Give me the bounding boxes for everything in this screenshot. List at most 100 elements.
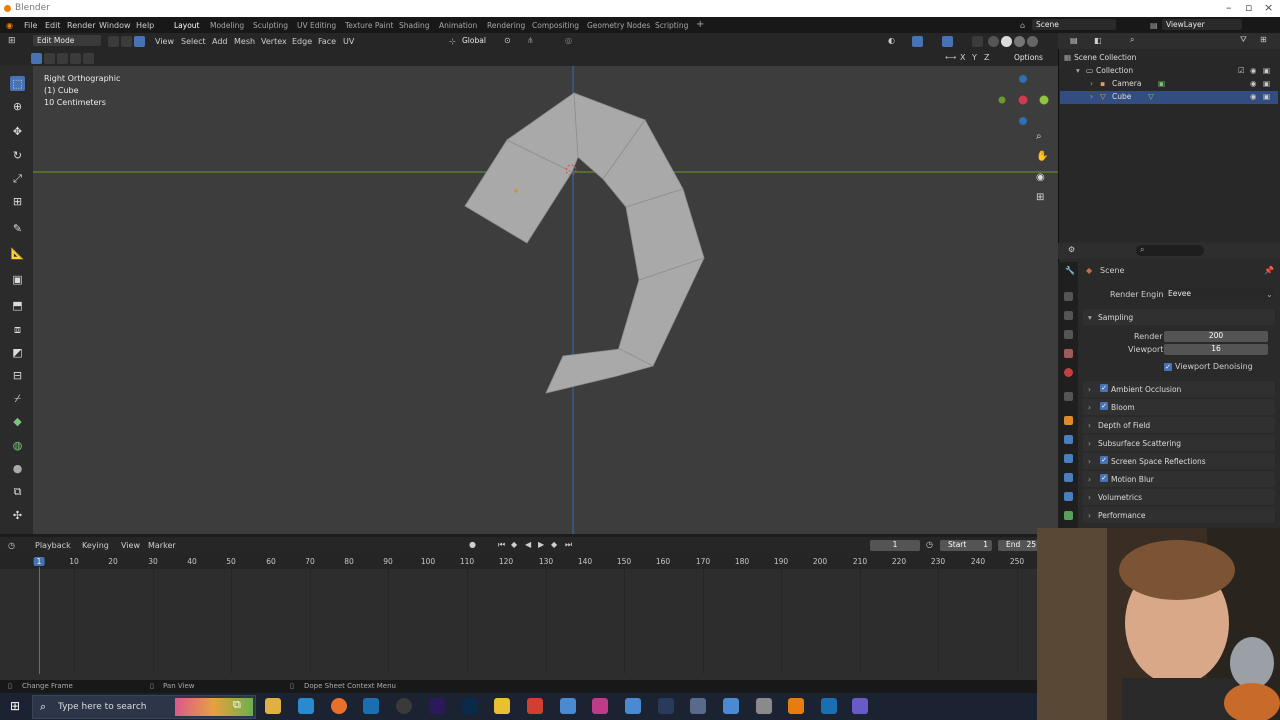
collection-tab-icon[interactable] [1064,392,1073,401]
ssr-checkbox[interactable]: ✓ [1100,456,1108,464]
menu-window[interactable]: Window [99,21,131,30]
snap-icon[interactable]: ⋔ [527,36,538,47]
select-extend-icon[interactable] [44,53,55,64]
app-icon[interactable] [592,698,608,714]
axis-x-toggle[interactable]: X [960,53,965,62]
particles-tab-icon[interactable] [1064,454,1073,463]
tab-scripting[interactable]: Scripting [655,21,688,30]
menu-uv[interactable]: UV [343,37,354,46]
chevron-down-icon[interactable]: ▾ [1076,66,1080,75]
timeline-area[interactable] [0,553,1040,680]
tool-tab-icon[interactable]: 🔧 [1065,266,1075,275]
modifier-tab-icon[interactable] [1064,435,1073,444]
tab-animation[interactable]: Animation [439,21,477,30]
sampling-panel-header[interactable]: ▾ Sampling [1083,309,1275,325]
chevron-right-icon[interactable]: › [1090,79,1093,88]
bevel-tool-icon[interactable]: ◩ [10,345,25,360]
blender-taskbar-icon[interactable] [788,698,804,714]
tab-compositing[interactable]: Compositing [532,21,579,30]
render-samples-field[interactable]: 200 [1164,331,1268,342]
select-box-tool-icon[interactable]: ⬚ [10,76,25,91]
options-dropdown[interactable]: Options [1010,52,1052,63]
app-icon[interactable] [625,698,641,714]
menu-help[interactable]: Help [136,21,154,30]
properties-editor-icon[interactable]: ⚙ [1068,245,1075,254]
ssr-panel[interactable]: › ✓ Screen Space Reflections [1083,453,1275,469]
editor-type-icon[interactable]: ⊞ [8,36,19,47]
ambient-occlusion-panel[interactable]: › ✓ Ambient Occlusion [1083,381,1275,397]
menu-edge[interactable]: Edge [292,37,312,46]
view-layer-selector[interactable]: ViewLayer [1162,19,1242,30]
tab-uv-editing[interactable]: UV Editing [297,21,336,30]
taskbar-search-input[interactable]: ⌕ Type here to search [32,695,256,719]
outliner-scene-collection[interactable]: ▦ Scene Collection [1060,52,1278,65]
menu-edit[interactable]: Edit [45,21,61,30]
menu-vertex[interactable]: Vertex [261,37,287,46]
app-icon[interactable] [298,698,314,714]
vertex-select-icon[interactable] [108,36,119,47]
transform-orientation-selector[interactable]: Global [458,35,500,46]
tab-layout[interactable]: Layout [169,18,204,33]
app-icon[interactable] [527,698,543,714]
poly-build-tool-icon[interactable]: ◆ [10,414,25,429]
output-tab-icon[interactable] [1064,311,1073,320]
camera-restrict-icon[interactable]: ▣ [1263,79,1270,88]
tab-modeling[interactable]: Modeling [210,21,244,30]
timeline-editor-icon[interactable]: ◷ [8,541,15,550]
app-icon[interactable] [690,698,706,714]
eye-icon[interactable]: ◉ [1250,66,1257,75]
face-select-icon[interactable] [134,36,145,47]
ortho-grid-icon[interactable]: ⊞ [1036,192,1044,203]
outliner-item-cube[interactable]: › ▽ Cube ▽ ◉ ▣ [1060,91,1278,104]
camera-restrict-icon[interactable]: ▣ [1263,66,1270,75]
mode-selector[interactable]: Edit Mode [33,35,101,46]
app-icon[interactable] [560,698,576,714]
menu-file[interactable]: File [24,21,37,30]
frame-tick-1[interactable]: 1 [33,557,45,566]
close-icon[interactable]: × [1264,1,1273,14]
move-tool-icon[interactable]: ✥ [10,124,25,139]
menu-view[interactable]: View [155,37,174,46]
new-collection-icon[interactable]: ⊞ [1260,35,1267,44]
scale-tool-icon[interactable]: ⤢ [10,171,25,186]
menu-mesh[interactable]: Mesh [234,37,255,46]
camera-view-icon[interactable]: ◉ [1036,172,1045,183]
firefox-icon[interactable] [331,698,347,714]
jump-end-icon[interactable]: ⏭ [565,540,572,550]
scene-tab-icon[interactable] [1064,349,1073,358]
cursor-tool-icon[interactable]: ⊕ [10,99,25,114]
3d-viewport[interactable]: Right Orthographic (1) Cube 10 Centimete… [33,66,1058,534]
knife-tool-icon[interactable]: ⌿ [10,391,25,406]
view-layer-tab-icon[interactable] [1064,330,1073,339]
record-icon[interactable]: ● [469,540,476,549]
motion-blur-checkbox[interactable]: ✓ [1100,474,1108,482]
add-cube-tool-icon[interactable]: ▣ [10,272,25,287]
file-explorer-icon[interactable] [265,698,281,714]
prev-keyframe-icon[interactable]: ◆ [511,540,517,549]
solid-shading-icon[interactable] [1001,36,1012,47]
windows-start-icon[interactable]: ⊞ [10,699,20,713]
physics-tab-icon[interactable] [1064,473,1073,482]
end-frame-field[interactable]: End 25 [998,540,1038,551]
tab-shading[interactable]: Shading [399,21,429,30]
extrude-tool-icon[interactable]: ⬒ [10,298,25,313]
menu-timeline-view[interactable]: View [121,541,140,550]
zoom-icon[interactable]: ⌕ [1036,131,1042,142]
proportional-edit-icon[interactable]: ◎ [565,36,576,47]
pan-hand-icon[interactable]: ✋ [1036,151,1048,162]
blender-menu-icon[interactable]: ◉ [6,21,13,30]
edge-slide-tool-icon[interactable]: ⧉ [10,484,25,499]
play-icon[interactable]: ▶ [538,540,544,549]
viewport-canvas[interactable] [33,66,1058,534]
outliner-collection[interactable]: ▾ ▭ Collection ☑ ◉ ▣ [1060,65,1278,78]
bloom-panel[interactable]: › ✓ Bloom [1083,399,1275,415]
display-mode-icon[interactable]: ◧ [1094,36,1102,45]
app-icon[interactable] [756,698,772,714]
rotate-tool-icon[interactable]: ↻ [10,148,25,163]
playhead[interactable] [39,567,40,674]
constraints-tab-icon[interactable] [1064,492,1073,501]
task-view-icon[interactable]: ⧉ [233,698,241,712]
render-engine-dropdown[interactable]: Eevee [1164,288,1274,300]
select-invert-icon[interactable] [70,53,81,64]
properties-search-input[interactable] [1136,245,1204,256]
